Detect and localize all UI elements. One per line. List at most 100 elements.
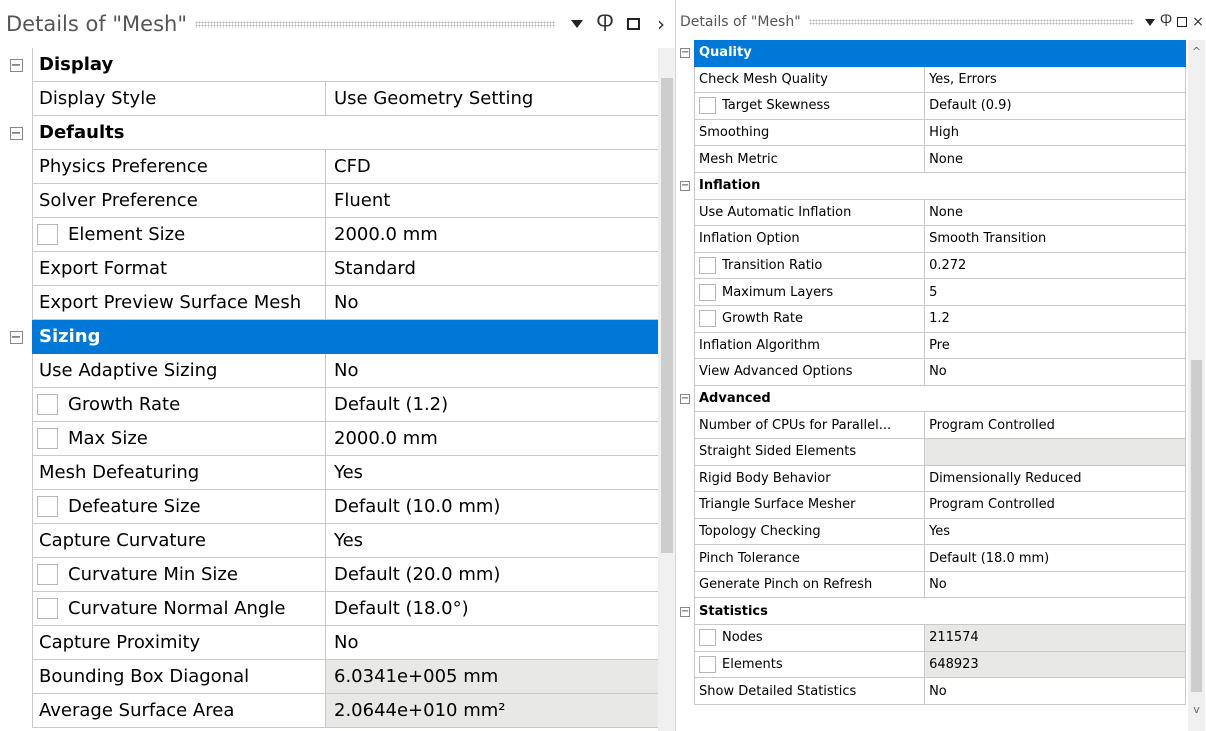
group-row-inflation[interactable]: − Inflation [676, 172, 1186, 200]
property-name[interactable]: Triangle Surface Mesher [694, 492, 926, 519]
property-name[interactable]: Max Size [32, 422, 326, 456]
property-row-elements[interactable]: Elements 648923 [676, 651, 1186, 679]
property-row-view-advanced-options[interactable]: View Advanced Options No [676, 359, 1186, 386]
property-name[interactable]: Inflation Option [694, 226, 926, 253]
property-row-mesh-defeaturing[interactable]: Mesh Defeaturing Yes [0, 456, 660, 490]
property-value[interactable]: Use Geometry Setting [326, 82, 660, 116]
group-label[interactable]: Quality [694, 40, 1186, 67]
property-row-bounding-box-diagonal[interactable]: Bounding Box Diagonal 6.0341e+005 mm [0, 660, 660, 694]
property-value[interactable]: Dimensionally Reduced [925, 465, 1186, 493]
property-value[interactable]: Program Controlled [925, 412, 1186, 439]
property-name[interactable]: Export Preview Surface Mesh [32, 286, 326, 320]
property-row-triangle-surface-mesher[interactable]: Triangle Surface Mesher Program Controlle… [676, 492, 1186, 519]
property-name[interactable]: Use Adaptive Sizing [32, 354, 326, 388]
property-name[interactable]: Element Size [32, 218, 326, 252]
property-value[interactable]: Default (0.9) [925, 93, 1186, 120]
property-row-physics-preference[interactable]: Physics Preference CFD [0, 150, 660, 184]
property-name[interactable]: Rigid Body Behavior [694, 465, 926, 493]
property-name[interactable]: Growth Rate [32, 388, 326, 422]
group-row-sizing[interactable]: − Sizing [0, 320, 660, 354]
parameter-checkbox[interactable] [699, 257, 716, 275]
property-name[interactable]: Mesh Defeaturing [32, 456, 326, 490]
property-row-nodes[interactable]: Nodes 211574 [676, 625, 1186, 652]
property-name[interactable]: Growth Rate [694, 305, 926, 333]
property-value[interactable]: Standard [326, 252, 660, 286]
property-row-capture-curvature[interactable]: Capture Curvature Yes [0, 524, 660, 558]
property-value[interactable]: No [326, 626, 660, 660]
property-value[interactable]: Default (18.0°) [326, 592, 660, 626]
property-name[interactable]: Target Skewness [694, 93, 926, 120]
property-row-target-skewness[interactable]: Target Skewness Default (0.9) [676, 93, 1186, 120]
property-row-topology-checking[interactable]: Topology Checking Yes [676, 518, 1186, 546]
property-row-rigid-body-behavior[interactable]: Rigid Body Behavior Dimensionally Reduced [676, 465, 1186, 493]
property-row-growth-rate[interactable]: Growth Rate 1.2 [676, 305, 1186, 333]
property-name[interactable]: Straight Sided Elements [694, 438, 926, 466]
property-value[interactable]: Yes [326, 456, 660, 490]
property-name[interactable]: Export Format [32, 252, 326, 286]
property-value[interactable]: None [925, 146, 1186, 173]
property-row-capture-proximity[interactable]: Capture Proximity No [0, 626, 660, 660]
property-value[interactable]: 1.2 [925, 305, 1186, 333]
group-label[interactable]: Inflation [694, 172, 1186, 200]
group-row-advanced[interactable]: − Advanced [676, 385, 1186, 413]
property-row-mesh-metric[interactable]: Mesh Metric None [676, 146, 1186, 173]
property-name[interactable]: Solver Preference [32, 184, 326, 218]
property-name[interactable]: Pinch Tolerance [694, 545, 926, 572]
property-row-element-size[interactable]: Element Size 2000.0 mm [0, 218, 660, 252]
property-value[interactable]: Default (1.2) [326, 388, 660, 422]
property-name[interactable]: Bounding Box Diagonal [32, 660, 326, 694]
property-name[interactable]: Maximum Layers [694, 279, 926, 306]
property-row-number-of-cpus-for-parallel[interactable]: Number of CPUs for Parallel... Program Co… [676, 412, 1186, 439]
collapse-icon[interactable]: − [9, 330, 23, 344]
property-row-check-mesh-quality[interactable]: Check Mesh Quality Yes, Errors [676, 66, 1186, 94]
group-label[interactable]: Statistics [694, 598, 1186, 626]
property-row-max-size[interactable]: Max Size 2000.0 mm [0, 422, 660, 456]
property-value[interactable]: Default (20.0 mm) [326, 558, 660, 592]
property-row-curvature-min-size[interactable]: Curvature Min Size Default (20.0 mm) [0, 558, 660, 592]
collapse-icon[interactable]: − [680, 606, 690, 617]
property-value[interactable]: Yes, Errors [925, 66, 1186, 94]
property-row-straight-sided-elements[interactable]: Straight Sided Elements [676, 438, 1186, 466]
property-row-solver-preference[interactable]: Solver Preference Fluent [0, 184, 660, 218]
property-row-inflation-option[interactable]: Inflation Option Smooth Transition [676, 226, 1186, 253]
property-row-smoothing[interactable]: Smoothing High [676, 119, 1186, 147]
dropdown-icon[interactable] [1142, 18, 1158, 26]
property-value[interactable]: Default (10.0 mm) [326, 490, 660, 524]
property-row-average-surface-area[interactable]: Average Surface Area 2.0644e+010 mm² [0, 694, 660, 728]
parameter-checkbox[interactable] [699, 97, 716, 115]
property-name[interactable]: Physics Preference [32, 150, 326, 184]
property-value[interactable]: None [925, 199, 1186, 227]
property-name[interactable]: Show Detailed Statistics [694, 678, 926, 705]
collapse-icon[interactable]: − [680, 181, 690, 192]
property-value[interactable]: Program Controlled [925, 492, 1186, 519]
group-label[interactable]: Display [32, 48, 660, 82]
parameter-checkbox[interactable] [37, 598, 58, 619]
drag-grip[interactable] [808, 19, 1134, 25]
pin-icon[interactable]: Ⴔ [1158, 14, 1174, 30]
pin-icon[interactable]: Ⴔ [591, 12, 619, 36]
property-row-maximum-layers[interactable]: Maximum Layers 5 [676, 279, 1186, 306]
property-row-defeature-size[interactable]: Defeature Size Default (10.0 mm) [0, 490, 660, 524]
property-row-use-automatic-inflation[interactable]: Use Automatic Inflation None [676, 199, 1186, 227]
scroll-up-icon[interactable]: ^ [1191, 44, 1202, 58]
property-name[interactable]: Average Surface Area [32, 694, 326, 728]
property-value[interactable]: 2000.0 mm [326, 218, 660, 252]
property-row-export-format[interactable]: Export Format Standard [0, 252, 660, 286]
property-name[interactable]: Nodes [694, 625, 926, 652]
parameter-checkbox[interactable] [37, 564, 58, 585]
parameter-checkbox[interactable] [37, 394, 58, 415]
property-value[interactable]: Fluent [326, 184, 660, 218]
group-row-defaults[interactable]: − Defaults [0, 116, 660, 150]
property-value[interactable]: 5 [925, 279, 1186, 306]
parameter-checkbox[interactable] [37, 496, 58, 517]
drag-grip[interactable] [195, 20, 555, 28]
property-name[interactable]: Use Automatic Inflation [694, 199, 926, 227]
collapse-icon[interactable]: − [9, 126, 23, 140]
property-name[interactable]: Topology Checking [694, 518, 926, 546]
property-value[interactable]: No [925, 359, 1186, 386]
group-row-quality[interactable]: − Quality [676, 40, 1186, 67]
scrollbar-thumb[interactable] [661, 78, 673, 553]
collapse-icon[interactable]: − [9, 58, 23, 72]
dropdown-icon[interactable] [563, 20, 591, 28]
group-label[interactable]: Sizing [32, 320, 660, 354]
